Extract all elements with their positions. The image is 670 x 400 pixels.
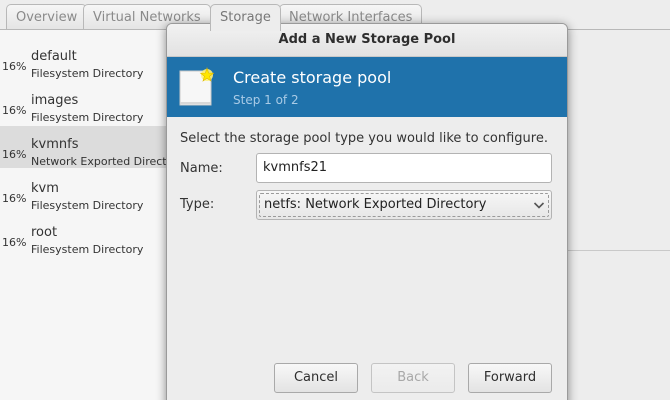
- pool-item-kvm[interactable]: 16% kvm Filesystem Directory: [0, 170, 175, 212]
- banner-title: Create storage pool: [233, 68, 392, 87]
- pool-type: Network Exported Directory: [31, 155, 185, 168]
- wizard-banner: Create storage pool Step 1 of 2: [167, 57, 567, 117]
- forward-button[interactable]: Forward: [468, 363, 552, 393]
- pool-usage: 16%: [2, 104, 27, 117]
- pool-type-select[interactable]: netfs: Network Exported Directory: [256, 190, 552, 220]
- pool-item-kvmnfs[interactable]: 16% kvmnfs Network Exported Directory: [0, 126, 184, 168]
- pool-name: images: [31, 93, 79, 108]
- pool-usage: 16%: [2, 60, 27, 73]
- pool-usage: 16%: [2, 192, 27, 205]
- type-label: Type:: [180, 197, 215, 212]
- pool-usage: 16%: [2, 236, 27, 249]
- pool-type-value: netfs: Network Exported Directory: [264, 197, 487, 212]
- tab-overview[interactable]: Overview: [6, 4, 88, 30]
- pool-name: default: [31, 49, 77, 64]
- pool-item-images[interactable]: 16% images Filesystem Directory: [0, 82, 175, 124]
- banner-step-indicator: Step 1 of 2: [233, 93, 299, 107]
- pool-type-prompt: Select the storage pool type you would l…: [180, 131, 548, 146]
- virt-manager-window: Overview Virtual Networks Storage Networ…: [0, 0, 670, 400]
- back-button[interactable]: Back: [371, 363, 455, 393]
- pool-name: kvmnfs: [31, 137, 79, 152]
- pool-usage: 16%: [2, 148, 27, 161]
- pool-name: kvm: [31, 181, 59, 196]
- new-storage-pool-icon: [179, 67, 214, 106]
- pool-name: root: [31, 225, 58, 240]
- pool-type: Filesystem Directory: [31, 199, 144, 212]
- add-storage-pool-dialog: Add a New Storage Pool Create storage po…: [166, 23, 568, 400]
- details-divider: [560, 250, 670, 251]
- pool-item-default[interactable]: 16% default Filesystem Directory: [0, 38, 175, 80]
- chevron-down-icon: [533, 202, 545, 209]
- cancel-button[interactable]: Cancel: [274, 363, 358, 393]
- pool-type: Filesystem Directory: [31, 67, 144, 80]
- name-label: Name:: [180, 161, 223, 176]
- storage-pool-list: 16% default Filesystem Directory 16% ima…: [0, 30, 184, 400]
- pool-name-input[interactable]: kvmnfs21: [256, 153, 552, 183]
- pool-type: Filesystem Directory: [31, 111, 144, 124]
- pool-type: Filesystem Directory: [31, 243, 144, 256]
- tab-storage[interactable]: Storage: [210, 4, 281, 31]
- pool-item-root[interactable]: 16% root Filesystem Directory: [0, 214, 175, 256]
